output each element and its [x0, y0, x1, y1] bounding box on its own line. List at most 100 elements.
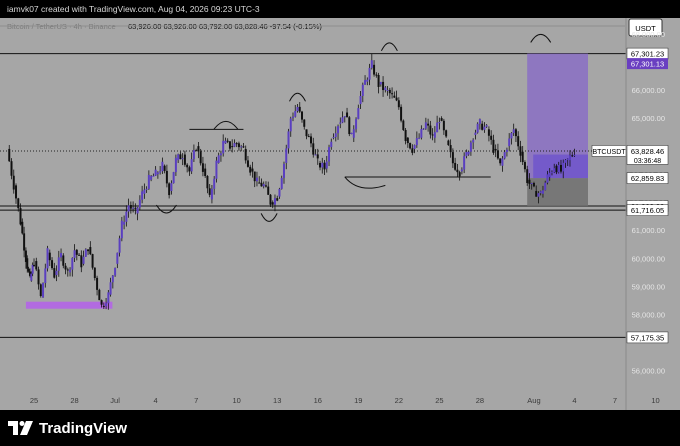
support-zone[interactable]: [25, 301, 113, 309]
y-tick-label: 66,000.00: [632, 86, 665, 95]
candle-body: [161, 161, 164, 172]
candle-body: [237, 143, 240, 148]
bar-countdown: 03:36:48: [634, 158, 661, 165]
candle-body: [111, 275, 114, 283]
candle-body: [474, 132, 477, 135]
candle-body: [366, 79, 369, 82]
candle-body: [163, 165, 166, 171]
candle-body: [172, 172, 175, 184]
candle-body: [481, 123, 484, 130]
candle-body: [71, 257, 74, 270]
candle-body: [562, 162, 565, 172]
candle-body: [159, 171, 162, 173]
price-chart[interactable]: Bitcoin / TetherUS · 4h · Binance 63,926.…: [0, 18, 680, 410]
x-tick-label: 19: [354, 396, 362, 405]
candle-body: [352, 129, 355, 138]
price-level-label: 61,716.05: [631, 206, 664, 215]
candle-body: [400, 106, 403, 121]
candle-body: [314, 154, 317, 156]
candle-body: [487, 129, 490, 136]
candle-body: [57, 257, 60, 271]
candle-body: [530, 183, 533, 185]
candle-body: [258, 182, 261, 184]
candle-body: [246, 160, 249, 167]
candle-body: [170, 183, 173, 191]
candle-body: [388, 89, 391, 94]
candle-body: [375, 74, 378, 76]
candle-body: [183, 154, 186, 165]
candle-body: [451, 152, 454, 164]
candle-body: [348, 117, 351, 135]
candle-body: [307, 136, 310, 138]
candle-body: [181, 158, 184, 160]
candle-body: [224, 140, 227, 144]
candle-body: [447, 140, 450, 146]
candle-body: [168, 183, 171, 196]
footer: TradingView: [0, 410, 680, 446]
candle-body: [364, 80, 367, 85]
candle-body: [305, 129, 308, 137]
candle-body: [404, 129, 407, 141]
candle-body: [116, 252, 119, 264]
candle-body: [393, 95, 396, 98]
candle-body: [35, 261, 38, 270]
candle-body: [382, 81, 385, 91]
candle-body: [253, 171, 256, 182]
candle-body: [12, 175, 15, 190]
candle-body: [490, 135, 493, 140]
candle-body: [541, 190, 544, 194]
candle-body: [323, 162, 326, 170]
candle-body: [440, 118, 443, 121]
y-tick-label: 68,000.00: [632, 30, 665, 39]
candle-body: [98, 289, 101, 301]
candle-body: [64, 265, 67, 270]
candle-body: [231, 146, 234, 148]
candle-body: [483, 126, 486, 130]
y-tick-label: 56,000.00: [632, 366, 665, 375]
candle-body: [204, 168, 207, 176]
candle-body: [210, 188, 213, 200]
candle-body: [413, 145, 416, 149]
candle-body: [206, 175, 209, 189]
tradingview-logo[interactable]: TradingView: [8, 418, 127, 438]
tradingview-icon: [8, 421, 33, 435]
candle-body: [337, 126, 340, 134]
candle-body: [415, 138, 418, 146]
candle-body: [285, 148, 288, 163]
candle-body: [510, 133, 513, 139]
candle-body: [310, 136, 313, 144]
x-tick-label: 25: [435, 396, 443, 405]
candle-body: [460, 169, 463, 172]
y-tick-label: 61,000.00: [632, 226, 665, 235]
candle-body: [48, 252, 51, 261]
x-tick-label: 16: [314, 396, 322, 405]
candle-body: [217, 155, 220, 163]
candle-body: [368, 67, 371, 80]
candle-body: [141, 191, 144, 200]
candle-body: [44, 268, 47, 284]
candle-body: [418, 137, 421, 139]
candle-body: [138, 199, 141, 208]
candle-body: [514, 129, 517, 137]
candle-body: [301, 111, 304, 120]
last-price-label: 63,828.46: [631, 147, 664, 156]
candle-body: [409, 143, 412, 149]
candle-body: [219, 153, 222, 156]
candle-body: [255, 177, 258, 182]
x-tick-label: 7: [613, 396, 617, 405]
candle-body: [156, 172, 159, 175]
candle-body: [186, 164, 189, 168]
candle-body: [465, 151, 468, 157]
candle-body: [546, 174, 549, 183]
candle-body: [411, 148, 414, 153]
candle-body: [102, 305, 105, 307]
candle-body: [499, 158, 502, 164]
candle-body: [377, 75, 380, 87]
candle-body: [53, 268, 56, 278]
chart-area[interactable]: Bitcoin / TetherUS · 4h · Binance 63,926.…: [0, 18, 680, 410]
candle-body: [571, 155, 574, 157]
candle-body: [100, 300, 103, 305]
candle-body: [519, 146, 522, 156]
candle-body: [564, 159, 567, 163]
candle-body: [505, 149, 508, 152]
